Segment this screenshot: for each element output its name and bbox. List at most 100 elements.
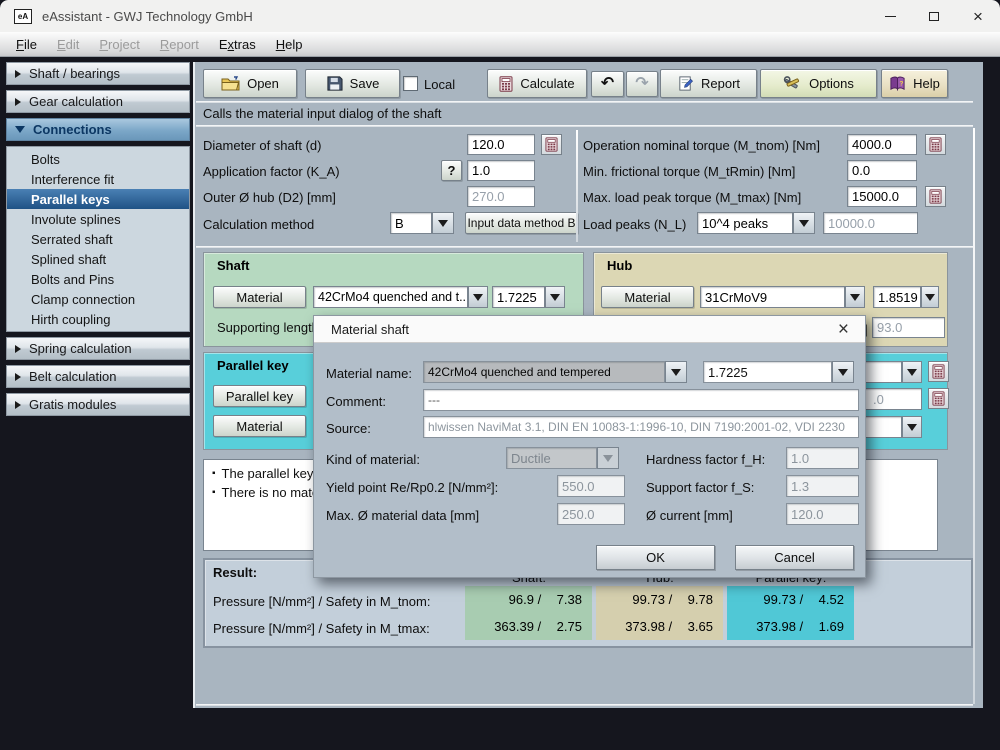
shaft-material-number-arrow[interactable] <box>545 286 565 308</box>
shaft-material-number-combo[interactable]: 1.7225 <box>492 286 545 308</box>
sidebar-item-serrated-shaft[interactable]: Serrated shaft <box>7 229 189 249</box>
diameter-field[interactable]: 120.0 <box>467 134 535 155</box>
peak-torque-calc-button[interactable] <box>925 186 946 207</box>
options-button[interactable]: Options <box>760 69 877 98</box>
menu-edit: Edit <box>47 34 89 55</box>
divider <box>196 101 973 103</box>
calc-method-combo-arrow[interactable] <box>432 212 454 234</box>
shaft-material-combo[interactable]: 42CrMo4 quenched and t... <box>313 286 468 308</box>
load-peaks-combo-arrow[interactable] <box>793 212 815 234</box>
parallel-key-material-button[interactable]: Material <box>213 415 306 437</box>
result-cell-parallel-key: 99.73 /4.52 373.98 /1.69 <box>727 586 854 640</box>
hub-material-combo-arrow[interactable] <box>845 286 865 308</box>
sidebar-item-belt-calculation[interactable]: Belt calculation <box>6 365 190 388</box>
sidebar-item-shaft-bearings[interactable]: Shaft / bearings <box>6 62 190 85</box>
column-divider <box>576 130 578 242</box>
hub-material-combo[interactable]: 31CrMoV9 <box>700 286 845 308</box>
dialog-close-button[interactable]: × <box>832 320 855 339</box>
parallel-key-size-combo-arrow[interactable] <box>902 416 922 438</box>
application-factor-field[interactable]: 1.0 <box>467 160 535 181</box>
calc-method-combo[interactable]: B <box>390 212 432 234</box>
hub-material-number-combo[interactable]: 1.8519 <box>873 286 921 308</box>
local-checkbox[interactable] <box>403 76 418 91</box>
application-factor-help-button[interactable]: ? <box>441 160 462 181</box>
peak-torque-field[interactable]: 15000.0 <box>847 186 917 207</box>
diameter-calc-button[interactable] <box>541 134 562 155</box>
open-folder-icon <box>221 76 240 92</box>
nominal-torque-field[interactable]: 4000.0 <box>847 134 917 155</box>
shaft-material-combo-arrow[interactable] <box>468 286 488 308</box>
save-floppy-icon <box>326 75 343 92</box>
frictional-torque-label: Min. frictional torque (M_tRmin) [Nm] <box>583 164 795 179</box>
hub-width-field: 93.0 <box>872 317 945 338</box>
sidebar-item-hirth-coupling[interactable]: Hirth coupling <box>7 309 189 329</box>
sidebar-item-spring-calculation[interactable]: Spring calculation <box>6 337 190 360</box>
dialog-title-bar[interactable]: Material shaft × <box>314 316 865 343</box>
cancel-button[interactable]: Cancel <box>735 545 854 570</box>
sidebar-item-bolts[interactable]: Bolts <box>7 149 189 169</box>
sidebar-item-bolts-and-pins[interactable]: Bolts and Pins <box>7 269 189 289</box>
hub-material-button[interactable]: Material <box>601 286 694 308</box>
report-button[interactable]: Report <box>660 69 757 98</box>
close-button[interactable]: × <box>956 0 1000 32</box>
help-button[interactable]: ? Help <box>881 69 948 98</box>
source-label: Source: <box>326 421 371 436</box>
load-peaks-label: Load peaks (N_L) <box>583 217 686 232</box>
sidebar-item-gratis-modules[interactable]: Gratis modules <box>6 393 190 416</box>
parallel-key-button[interactable]: Parallel key <box>213 385 306 407</box>
undo-button[interactable]: ↶ <box>591 71 624 97</box>
calculator-icon <box>499 76 513 92</box>
frictional-torque-field[interactable]: 0.0 <box>847 160 917 181</box>
sidebar-item-interference-fit[interactable]: Interference fit <box>7 169 189 189</box>
dialog-material-number-combo[interactable]: 1.7225 <box>703 361 832 383</box>
chevron-down-icon <box>907 369 917 376</box>
dialog-current-diameter-field: 120.0 <box>786 503 859 525</box>
nominal-torque-label: Operation nominal torque (M_tnom) [Nm] <box>583 138 820 153</box>
maximize-button[interactable] <box>912 0 956 32</box>
chevron-down-icon <box>838 369 848 376</box>
menu-file[interactable]: File <box>6 34 47 55</box>
chevron-down-icon <box>925 294 935 301</box>
dialog-comment-field[interactable]: --- <box>423 389 859 411</box>
dialog-material-name-arrow[interactable] <box>665 361 687 383</box>
shaft-material-button[interactable]: Material <box>213 286 306 308</box>
menu-extras[interactable]: Extras <box>209 34 266 55</box>
load-peaks-combo[interactable]: 10^4 peaks <box>697 212 793 234</box>
chevron-down-icon <box>15 126 25 133</box>
svg-text:?: ? <box>900 80 904 87</box>
sidebar-item-clamp-connection[interactable]: Clamp connection <box>7 289 189 309</box>
title-bar[interactable]: eA eAssistant - GWJ Technology GmbH × <box>0 0 1000 32</box>
ok-button[interactable]: OK <box>596 545 715 570</box>
result-row-label-tnom: Pressure [N/mm²] / Safety in M_tnom: <box>213 594 430 609</box>
parallel-key-norm-combo-arrow[interactable] <box>902 361 922 383</box>
material-name-label: Material name: <box>326 366 412 381</box>
parallel-key-calc-button-1[interactable] <box>928 361 949 382</box>
dialog-material-number-arrow[interactable] <box>832 361 854 383</box>
sidebar-item-involute-splines[interactable]: Involute splines <box>7 209 189 229</box>
hub-section-title: Hub <box>607 258 632 273</box>
options-tools-icon <box>783 75 802 92</box>
chevron-down-icon <box>603 455 613 462</box>
sidebar-item-gear-calculation[interactable]: Gear calculation <box>6 90 190 113</box>
sidebar-item-parallel-keys[interactable]: Parallel keys <box>7 189 189 209</box>
hub-material-number-arrow[interactable] <box>921 286 939 308</box>
save-button[interactable]: Save <box>305 69 400 98</box>
max-diameter-label: Max. Ø material data [mm] <box>326 508 479 523</box>
minimize-button[interactable] <box>868 0 912 32</box>
dialog-material-name-combo[interactable]: 42CrMo4 quenched and tempered <box>423 361 665 383</box>
menu-help[interactable]: Help <box>266 34 313 55</box>
chevron-right-icon <box>15 98 21 106</box>
divider <box>196 125 973 127</box>
dialog-kind-combo-arrow <box>597 447 619 469</box>
sidebar-item-splined-shaft[interactable]: Splined shaft <box>7 249 189 269</box>
chevron-right-icon <box>15 70 21 78</box>
calculate-button[interactable]: Calculate <box>487 69 587 98</box>
nominal-torque-calc-button[interactable] <box>925 134 946 155</box>
input-data-method-b-button[interactable]: Input data method B <box>465 212 578 234</box>
sidebar-item-connections[interactable]: Connections <box>6 118 190 141</box>
dialog-title: Material shaft <box>331 322 409 337</box>
open-button[interactable]: Open <box>203 69 297 98</box>
question-icon: ? <box>448 163 456 178</box>
app-icon: eA <box>14 9 32 24</box>
parallel-key-calc-button-2[interactable] <box>928 388 949 409</box>
